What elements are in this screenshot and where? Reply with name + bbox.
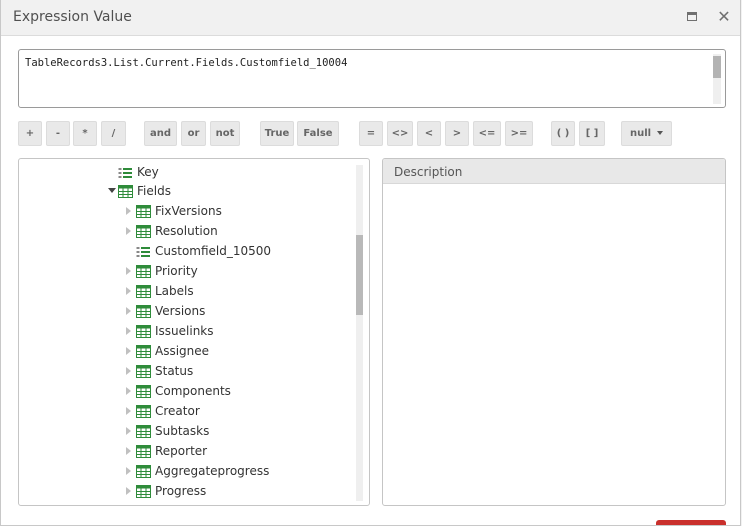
table-icon: [136, 404, 151, 418]
expression-scrollbar[interactable]: [713, 54, 721, 104]
expand-arrow-icon[interactable]: [126, 467, 131, 475]
greater-than-button[interactable]: >: [445, 121, 469, 146]
brackets-button[interactable]: [ ]: [579, 121, 605, 146]
tree-scrollbar[interactable]: [356, 165, 363, 501]
chevron-down-icon: [657, 131, 664, 135]
close-button[interactable]: ✕: [715, 8, 733, 26]
tree-item-label: Reporter: [155, 444, 208, 458]
table-icon: [136, 224, 151, 238]
and-button[interactable]: and: [144, 121, 177, 146]
expand-arrow-icon[interactable]: [126, 487, 131, 495]
tree-item-label: Labels: [155, 284, 194, 298]
divide-button[interactable]: /: [101, 121, 126, 146]
close-icon: ✕: [717, 7, 731, 26]
tree-item-label: Resolution: [155, 224, 218, 238]
table-icon: [136, 444, 151, 458]
tree-item-label: Key: [137, 165, 159, 179]
tree-item-label: Creator: [155, 404, 200, 418]
table-icon: [136, 324, 151, 338]
dialog-titlebar[interactable]: Expression Value ✕: [1, 0, 740, 36]
tree-item-label: Components: [155, 384, 231, 398]
fields-tree[interactable]: Key Fields FixVersions Resolution Customfiel…: [18, 158, 370, 506]
collapse-arrow-icon[interactable]: [108, 188, 116, 193]
table-icon: [136, 464, 151, 478]
table-icon: [136, 424, 151, 438]
expression-value-dialog: Expression Value ✕ TableRecords3.List.Cu…: [0, 0, 741, 526]
tree-item-label: FixVersions: [155, 204, 222, 218]
tree-item-label: Priority: [155, 264, 198, 278]
expand-arrow-icon[interactable]: [126, 387, 131, 395]
maximize-icon: [687, 12, 697, 21]
description-title: Description: [394, 165, 463, 179]
tree-item-label: Assignee: [155, 344, 210, 358]
tree-item-label: Issuelinks: [155, 324, 214, 338]
multiply-button[interactable]: *: [73, 121, 97, 146]
expand-arrow-icon[interactable]: [126, 347, 131, 355]
expand-arrow-icon[interactable]: [126, 307, 131, 315]
expression-text[interactable]: TableRecords3.List.Current.Fields.Custom…: [25, 57, 347, 69]
parentheses-button[interactable]: ( ): [551, 121, 575, 146]
false-button[interactable]: False: [297, 121, 339, 146]
expression-scrollbar-thumb[interactable]: [713, 56, 721, 78]
tree-item-label: Subtasks: [155, 424, 210, 438]
table-icon: [118, 184, 133, 198]
dialog-title: Expression Value: [13, 9, 132, 25]
description-panel: Description: [382, 158, 726, 506]
less-equal-button[interactable]: <=: [473, 121, 501, 146]
null-label: null: [629, 128, 652, 139]
tree-item-label: Customfield_10500: [155, 244, 272, 258]
expand-arrow-icon[interactable]: [126, 207, 131, 215]
tree-item-label: Progress: [155, 484, 207, 498]
tree-item-label: Status: [155, 364, 194, 378]
expand-arrow-icon[interactable]: [126, 427, 131, 435]
expand-arrow-icon[interactable]: [126, 267, 131, 275]
expand-arrow-icon[interactable]: [126, 327, 131, 335]
or-button[interactable]: or: [181, 121, 206, 146]
table-icon: [136, 204, 151, 218]
expand-arrow-icon[interactable]: [126, 447, 131, 455]
null-dropdown[interactable]: null: [621, 121, 672, 146]
not-equals-button[interactable]: <>: [387, 121, 413, 146]
not-button[interactable]: not: [210, 121, 240, 146]
table-icon: [136, 284, 151, 298]
table-icon: [136, 344, 151, 358]
tree-scrollbar-thumb[interactable]: [356, 235, 363, 315]
plus-button[interactable]: +: [18, 121, 42, 146]
expand-arrow-icon[interactable]: [126, 227, 131, 235]
tree-item-label: Fields: [137, 184, 171, 198]
tree-item-label: Aggregateprogress: [155, 464, 270, 478]
true-button[interactable]: True: [260, 121, 294, 146]
table-icon: [136, 264, 151, 278]
ok-button[interactable]: [656, 520, 726, 525]
equals-button[interactable]: =: [359, 121, 383, 146]
field-icon: [118, 165, 133, 178]
description-header: Description: [383, 159, 725, 184]
less-than-button[interactable]: <: [417, 121, 441, 146]
greater-equal-button[interactable]: >=: [505, 121, 533, 146]
field-icon: [136, 244, 151, 257]
table-icon: [136, 484, 151, 498]
table-icon: [136, 304, 151, 318]
minus-button[interactable]: -: [46, 121, 70, 146]
maximize-button[interactable]: [684, 8, 702, 26]
table-icon: [136, 384, 151, 398]
expand-arrow-icon[interactable]: [126, 367, 131, 375]
table-icon: [136, 364, 151, 378]
expand-arrow-icon[interactable]: [126, 407, 131, 415]
expand-arrow-icon[interactable]: [126, 287, 131, 295]
expression-input[interactable]: TableRecords3.List.Current.Fields.Custom…: [18, 49, 726, 108]
tree-item-label: Versions: [155, 304, 206, 318]
